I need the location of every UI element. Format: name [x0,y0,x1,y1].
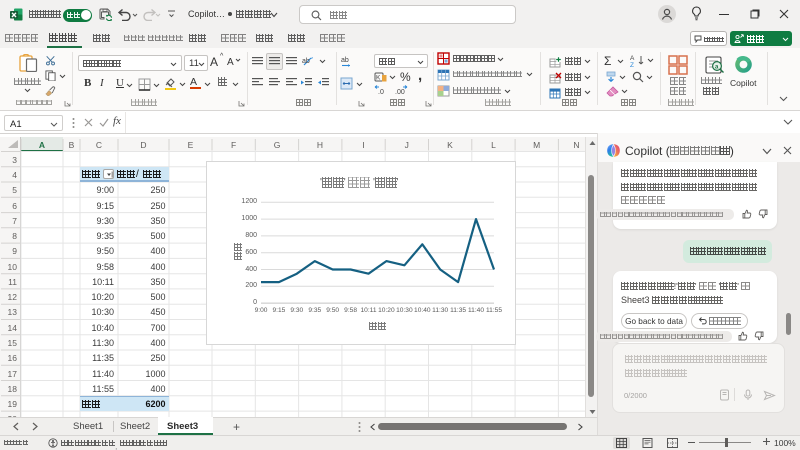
svg-text:Z: Z [630,62,634,67]
svg-text:K: K [376,75,381,82]
svg-text:.00: .00 [395,89,405,96]
svg-text:ab: ab [302,58,310,65]
svg-text:.0: .0 [378,89,384,96]
svg-text:ab: ab [341,57,349,64]
svg-text:A: A [630,55,635,62]
